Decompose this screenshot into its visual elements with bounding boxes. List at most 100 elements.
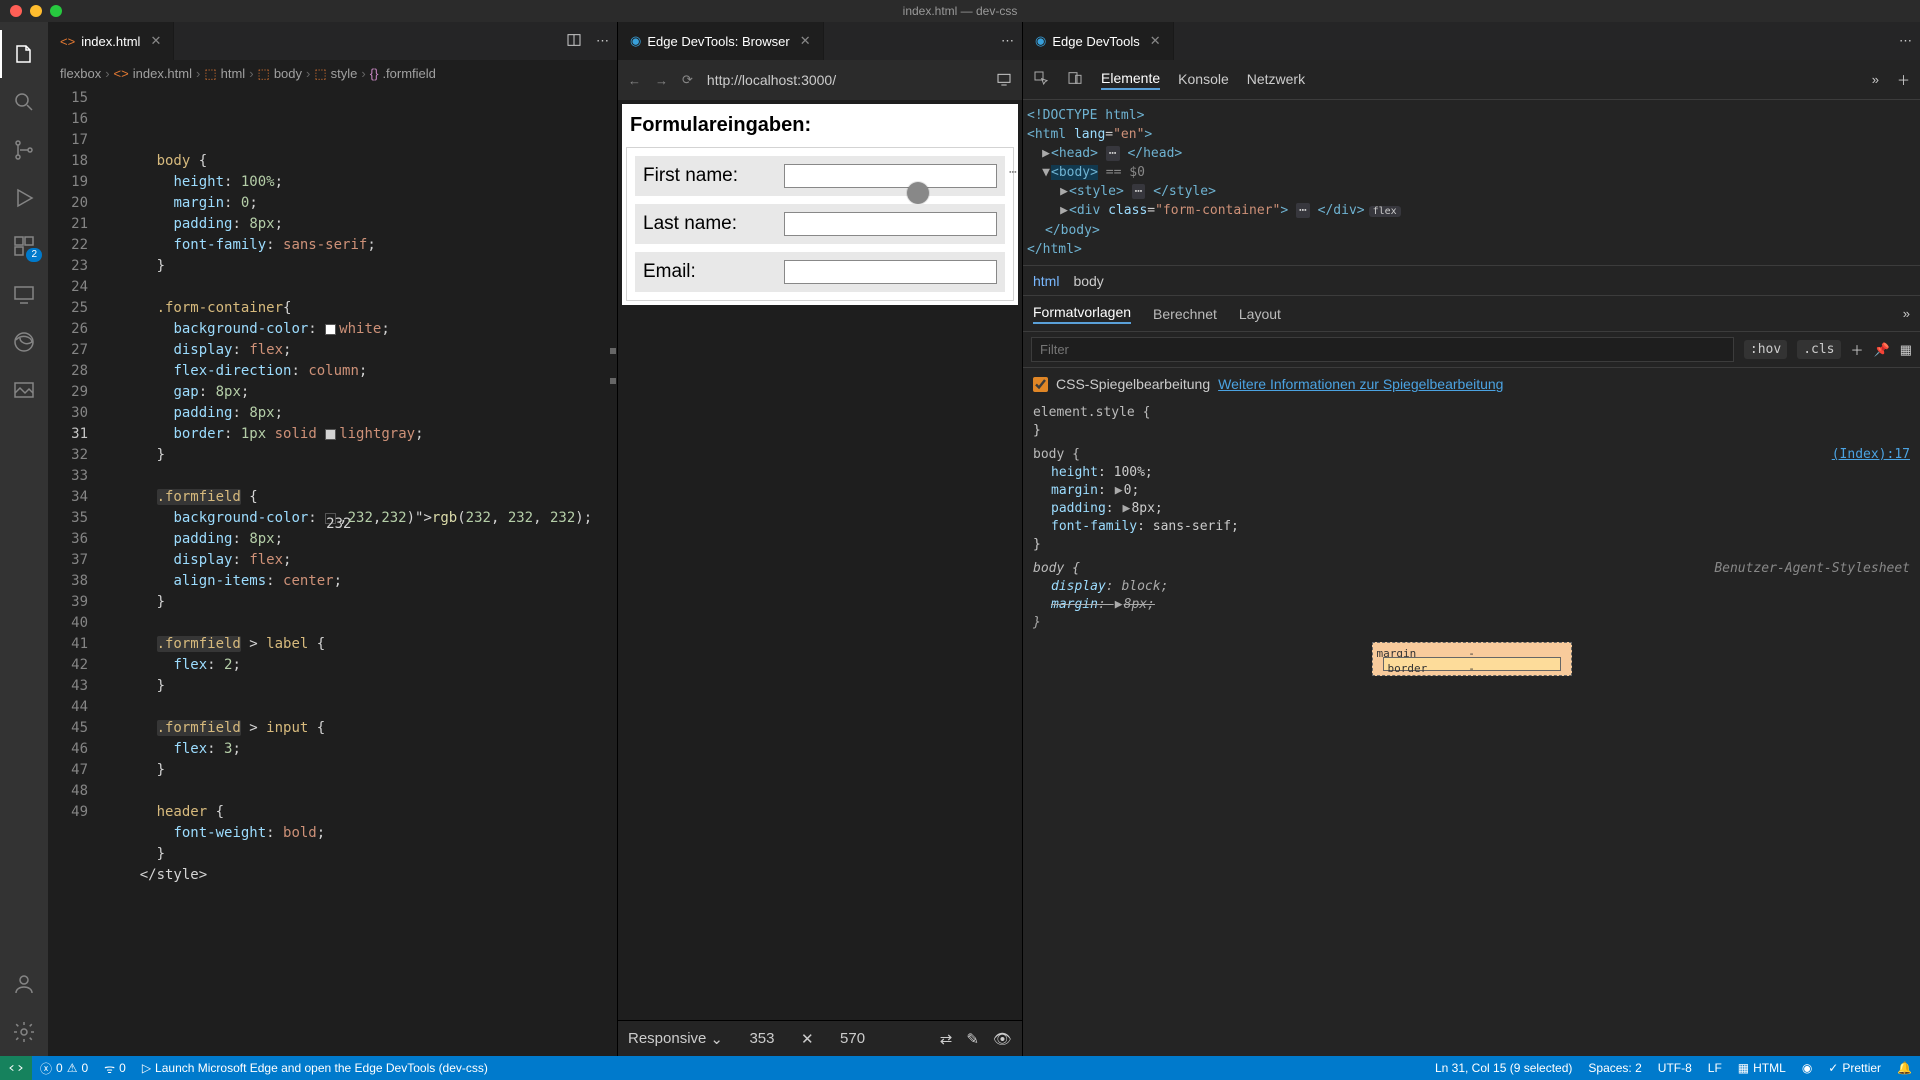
status-encoding[interactable]: UTF-8: [1650, 1061, 1700, 1075]
status-launch[interactable]: ▷ Launch Microsoft Edge and open the Edg…: [134, 1061, 496, 1075]
code-editor[interactable]: 1516171819202122232425262728293031323334…: [48, 88, 617, 1056]
page-header: Formulareingaben:: [626, 108, 1014, 147]
status-prettier[interactable]: ✓ Prettier: [1820, 1061, 1889, 1075]
browser-viewport[interactable]: Formulareingaben: First name: Last name:…: [618, 100, 1022, 1020]
explorer-icon[interactable]: [0, 30, 48, 78]
tab-index-html[interactable]: <> index.html ✕: [48, 22, 174, 60]
box-model[interactable]: margin - border -: [1372, 642, 1572, 676]
breadcrumb-seg[interactable]: body: [1073, 273, 1103, 289]
tab-devtools[interactable]: ◉ Edge DevTools ✕: [1023, 22, 1174, 60]
dom-tree[interactable]: <!DOCTYPE html> <html lang="en"> ▶<head>…: [1023, 100, 1920, 266]
status-errors[interactable]: ⓧ 0 ⚠ 0: [32, 1060, 96, 1077]
edge-icon: ◉: [630, 33, 641, 49]
field-label: Last name:: [643, 213, 784, 235]
device-toolbar: Responsive ⌄ ✕ ⇄ ✎ 👁: [618, 1020, 1022, 1056]
pin-icon[interactable]: 📌: [1874, 342, 1890, 358]
close-icon[interactable]: ✕: [800, 33, 811, 49]
split-editor-icon[interactable]: [566, 32, 582, 51]
status-spaces[interactable]: Spaces: 2: [1580, 1061, 1649, 1075]
window-title: index.html — dev-css: [903, 4, 1018, 18]
forward-icon[interactable]: →: [655, 73, 668, 88]
tab-browser[interactable]: ◉ Edge DevTools: Browser ✕: [618, 22, 824, 60]
first-name-input[interactable]: [784, 164, 997, 188]
breadcrumb-seg[interactable]: ⬚ style: [314, 66, 357, 82]
window-close-button[interactable]: [10, 5, 22, 17]
status-eol[interactable]: LF: [1700, 1061, 1730, 1075]
breadcrumb-seg[interactable]: ⬚ body: [258, 66, 303, 82]
browser-tab-row: ◉ Edge DevTools: Browser ✕ ⋯: [618, 22, 1022, 60]
styles-body[interactable]: element.style { } body {(Index):17 heigh…: [1023, 400, 1920, 1056]
more-icon[interactable]: ⋯: [1899, 33, 1912, 49]
breadcrumb-seg[interactable]: ⬚ html: [204, 66, 245, 82]
device-toggle-icon[interactable]: [1067, 70, 1083, 89]
settings-gear-icon[interactable]: [0, 1008, 48, 1056]
breadcrumb-seg[interactable]: {} .formfield: [370, 66, 436, 81]
url-input[interactable]: http://localhost:3000/: [707, 72, 982, 88]
last-name-input[interactable]: [784, 212, 997, 236]
more-tabs-icon[interactable]: »: [1903, 306, 1910, 321]
search-icon[interactable]: [0, 78, 48, 126]
tab-layout[interactable]: Layout: [1239, 306, 1281, 322]
run-debug-icon[interactable]: [0, 174, 48, 222]
viewport-width-input[interactable]: [737, 1030, 787, 1047]
viewport-height-input[interactable]: [828, 1030, 878, 1047]
breadcrumb-seg[interactable]: html: [1033, 273, 1059, 289]
more-tabs-icon[interactable]: »: [1872, 72, 1879, 87]
close-icon[interactable]: ✕: [150, 33, 161, 49]
source-control-icon[interactable]: [0, 126, 48, 174]
account-icon[interactable]: [0, 960, 48, 1008]
source-link[interactable]: (Index):17: [1832, 446, 1910, 464]
window-minimize-button[interactable]: [30, 5, 42, 17]
panel-tab-network[interactable]: Netzwerk: [1247, 71, 1305, 89]
computed-toggle-icon[interactable]: ▦: [1900, 342, 1912, 358]
view-icon[interactable]: 👁: [993, 1030, 1012, 1048]
dimension-separator: ✕: [801, 1030, 814, 1048]
add-tab-icon[interactable]: ＋: [1897, 70, 1910, 89]
edge-tools-icon[interactable]: [0, 318, 48, 366]
status-edge-icon[interactable]: ◉: [1794, 1061, 1820, 1075]
back-icon[interactable]: ←: [628, 73, 641, 88]
styles-filter-input[interactable]: [1031, 337, 1734, 362]
devtools-panel-tabs: Elemente Konsole Netzwerk » ＋: [1023, 60, 1920, 100]
breadcrumb-seg[interactable]: <> index.html: [114, 66, 192, 81]
tab-label: Edge DevTools: [1052, 34, 1139, 49]
more-icon[interactable]: ⋯: [1001, 33, 1014, 49]
extensions-icon[interactable]: 2: [0, 222, 48, 270]
rotate-icon[interactable]: ⇄: [940, 1030, 953, 1048]
browser-pane: ◉ Edge DevTools: Browser ✕ ⋯ ← → ⟳ http:…: [618, 22, 1023, 1056]
edit-icon[interactable]: ✎: [966, 1030, 979, 1048]
panel-tab-console[interactable]: Konsole: [1178, 71, 1229, 89]
status-bell-icon[interactable]: 🔔: [1889, 1061, 1920, 1075]
screencast-icon[interactable]: [996, 71, 1012, 90]
device-mode-select[interactable]: Responsive ⌄: [628, 1030, 723, 1048]
breadcrumb[interactable]: flexbox› <> index.html› ⬚ html› ⬚ body› …: [48, 60, 617, 88]
add-rule-icon[interactable]: ＋: [1851, 340, 1864, 359]
panel-tab-elements[interactable]: Elemente: [1101, 70, 1160, 90]
form-field: First name:: [635, 156, 1005, 196]
cls-toggle[interactable]: .cls: [1797, 340, 1840, 359]
window-maximize-button[interactable]: [50, 5, 62, 17]
css-mirror-checkbox[interactable]: [1033, 377, 1048, 392]
more-icon[interactable]: ⋯: [596, 33, 609, 49]
dom-breadcrumb[interactable]: html body: [1023, 266, 1920, 296]
minimap[interactable]: [605, 88, 617, 1056]
touch-cursor-icon: [907, 182, 929, 204]
status-lang[interactable]: ▦ HTML: [1730, 1061, 1794, 1075]
close-icon[interactable]: ✕: [1150, 33, 1161, 49]
inspect-icon[interactable]: [1033, 70, 1049, 89]
email-input[interactable]: [784, 260, 997, 284]
code-content[interactable]: body { height: 100%; margin: 0; padding:…: [106, 88, 617, 1056]
status-port[interactable]: ᯤ 0: [96, 1060, 134, 1077]
image-tools-icon[interactable]: [0, 366, 48, 414]
tab-styles[interactable]: Formatvorlagen: [1033, 304, 1131, 324]
css-mirror-link[interactable]: Weitere Informationen zur Spiegelbearbei…: [1218, 376, 1503, 392]
remote-explorer-icon[interactable]: [0, 270, 48, 318]
remote-indicator[interactable]: [0, 1056, 32, 1080]
status-cursor[interactable]: Ln 31, Col 15 (9 selected): [1427, 1061, 1580, 1075]
line-gutter: 1516171819202122232425262728293031323334…: [48, 88, 106, 1056]
breadcrumb-seg[interactable]: flexbox: [60, 66, 101, 81]
tab-computed[interactable]: Berechnet: [1153, 306, 1217, 322]
field-label: First name:: [643, 165, 784, 187]
hov-toggle[interactable]: :hov: [1744, 340, 1787, 359]
reload-icon[interactable]: ⟳: [682, 72, 693, 88]
